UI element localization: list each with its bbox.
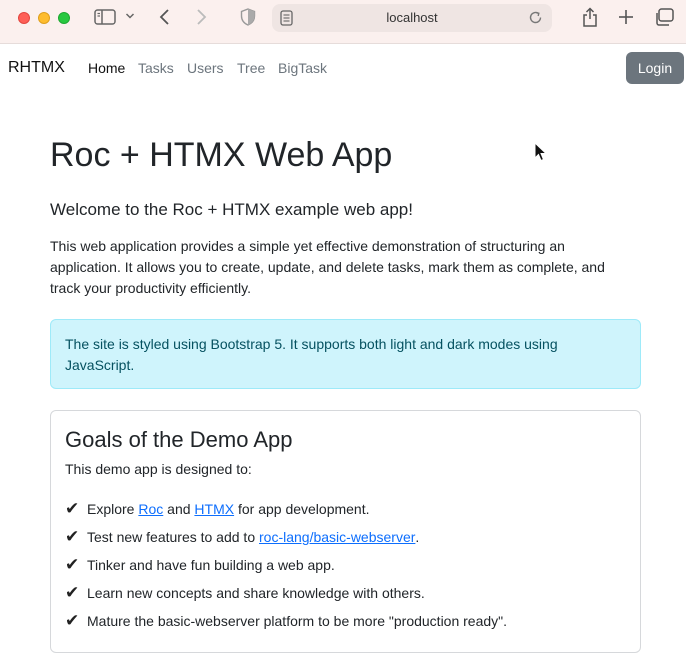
description-text: This web application provides a simple y… bbox=[50, 238, 605, 296]
forward-arrow-icon[interactable] bbox=[194, 8, 208, 26]
reload-icon[interactable] bbox=[528, 10, 543, 25]
navbar: RHTMX Home Tasks Users Tree BigTask Logi… bbox=[0, 44, 686, 92]
sidebar-toggle-icon[interactable] bbox=[94, 8, 116, 26]
list-item: ✔ Explore Roc and HTMX for app developme… bbox=[65, 495, 507, 523]
browser-toolbar: localhost bbox=[0, 0, 686, 44]
htmx-link[interactable]: HTMX bbox=[194, 501, 234, 517]
goal-text: Tinker and have fun building a web app. bbox=[87, 557, 335, 573]
checkmark-icon: ✔ bbox=[65, 555, 80, 575]
navbar-brand[interactable]: RHTMX bbox=[8, 59, 65, 77]
tab-overview-icon[interactable] bbox=[654, 8, 674, 26]
nav-link-users[interactable]: Users bbox=[187, 60, 224, 76]
list-item: ✔ Mature the basic-webserver platform to… bbox=[65, 607, 507, 635]
new-tab-plus-icon[interactable] bbox=[618, 9, 634, 25]
address-bar[interactable]: localhost bbox=[272, 4, 552, 32]
goals-card: Goals of the Demo App This demo app is d… bbox=[50, 410, 641, 653]
info-alert: The site is styled using Bootstrap 5. It… bbox=[50, 319, 641, 389]
goal-text: for app development. bbox=[234, 501, 370, 517]
goal-text: Test new features to add to bbox=[87, 529, 259, 545]
list-item: ✔ Tinker and have fun building a web app… bbox=[65, 551, 507, 579]
roc-link[interactable]: Roc bbox=[138, 501, 163, 517]
nav-link-bigtask[interactable]: BigTask bbox=[278, 60, 327, 76]
login-button[interactable]: Login bbox=[626, 52, 684, 84]
goal-text: Learn new concepts and share knowledge w… bbox=[87, 585, 425, 601]
lead-text: Welcome to the Roc + HTMX example web ap… bbox=[50, 200, 413, 219]
goal-text: Explore bbox=[87, 501, 139, 517]
url-text: localhost bbox=[386, 10, 438, 25]
basic-webserver-link[interactable]: roc-lang/basic-webserver bbox=[259, 529, 415, 545]
shield-icon[interactable] bbox=[240, 8, 256, 26]
goals-list: ✔ Explore Roc and HTMX for app developme… bbox=[65, 495, 507, 635]
goal-text: Mature the basic-webserver platform to b… bbox=[87, 613, 508, 629]
minimize-window-button[interactable] bbox=[38, 12, 50, 24]
nav-link-home[interactable]: Home bbox=[88, 60, 125, 76]
chevron-down-icon[interactable] bbox=[125, 11, 135, 21]
back-arrow-icon[interactable] bbox=[158, 8, 172, 26]
zoom-window-button[interactable] bbox=[58, 12, 70, 24]
nav-link-tasks[interactable]: Tasks bbox=[138, 60, 174, 76]
checkmark-icon: ✔ bbox=[65, 611, 80, 631]
checkmark-icon: ✔ bbox=[65, 527, 80, 547]
page-title: Roc + HTMX Web App bbox=[50, 136, 393, 174]
nav-link-tree[interactable]: Tree bbox=[237, 60, 265, 76]
list-item: ✔ Learn new concepts and share knowledge… bbox=[65, 579, 507, 607]
share-icon[interactable] bbox=[581, 6, 599, 28]
mouse-cursor-icon bbox=[534, 141, 548, 167]
card-intro: This demo app is designed to: bbox=[65, 461, 252, 477]
card-title: Goals of the Demo App bbox=[65, 427, 293, 452]
list-item: ✔ Test new features to add to roc-lang/b… bbox=[65, 523, 507, 551]
goal-text: . bbox=[415, 529, 420, 545]
goal-text: and bbox=[163, 501, 195, 517]
close-window-button[interactable] bbox=[18, 12, 30, 24]
checkmark-icon: ✔ bbox=[65, 583, 80, 603]
checkmark-icon: ✔ bbox=[65, 499, 80, 519]
